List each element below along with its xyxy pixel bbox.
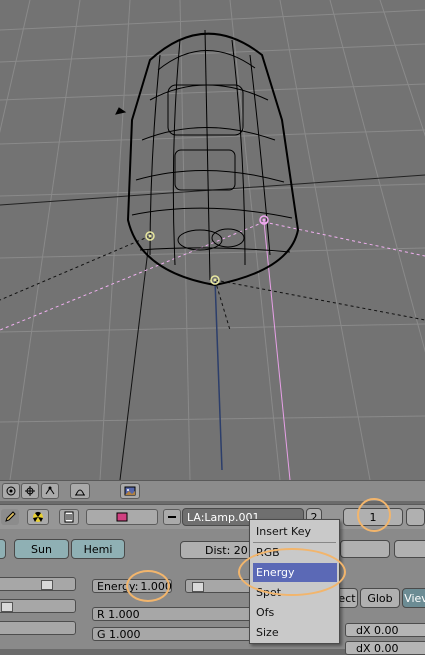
transform-icon[interactable] — [21, 483, 39, 499]
datablock-menu-icon[interactable] — [163, 509, 181, 525]
left-slider-2[interactable] — [0, 599, 76, 613]
dx-field-2-label: dX 0.00 — [356, 641, 399, 655]
energy-value-annotation-circle — [126, 570, 170, 602]
view-button[interactable]: Viev — [402, 588, 425, 608]
left-slider-3[interactable] — [0, 621, 76, 635]
menu-title: Insert Key — [256, 525, 311, 538]
lamp-type-left-button[interactable] — [0, 539, 6, 559]
left-slider-2-knob[interactable] — [1, 602, 13, 612]
hemi-button[interactable]: Hemi — [71, 539, 125, 559]
left-slider-1-knob[interactable] — [41, 580, 53, 590]
g-label: G 1.000 — [97, 627, 141, 641]
car-wireframe[interactable] — [115, 29, 300, 287]
list-icon[interactable] — [59, 509, 79, 525]
panel-field-right-b[interactable] — [394, 540, 425, 558]
lamp-panels: Sun Hemi Dist: 20 Energy: 1.000 R 1.000 … — [0, 529, 425, 655]
orbit-icon[interactable] — [2, 483, 20, 499]
snap-icon[interactable] — [41, 483, 59, 499]
frame-annotation-circle — [357, 498, 391, 532]
dx-field-1[interactable]: dX 0.00 — [345, 623, 425, 637]
energy-menu-annotation-circle — [238, 548, 346, 596]
3d-viewport[interactable] — [0, 0, 425, 480]
r-label: R 1.000 — [97, 607, 140, 621]
viewport-canvas[interactable] — [0, 0, 425, 480]
menu-item-ofs[interactable]: Ofs — [253, 603, 337, 622]
energy-slider-knob[interactable] — [192, 582, 204, 592]
frame-field-extra[interactable] — [406, 508, 425, 526]
menu-item-size[interactable]: Size — [253, 623, 337, 642]
pencil-icon[interactable] — [1, 509, 19, 525]
left-slider-1[interactable] — [0, 577, 76, 591]
panel-field-right-a[interactable] — [340, 540, 390, 558]
image-icon[interactable] — [120, 483, 140, 499]
sun-button[interactable]: Sun — [14, 539, 69, 559]
viewport-header — [0, 480, 425, 501]
dx-field-2[interactable]: dX 0.00 — [345, 641, 425, 655]
dx-field-1-label: dX 0.00 — [356, 623, 399, 637]
glob-button[interactable]: Glob — [360, 588, 400, 608]
texture-browse-button[interactable] — [86, 509, 158, 525]
proportional-icon[interactable] — [70, 483, 90, 499]
lamp-radiation-icon[interactable] — [27, 509, 49, 525]
